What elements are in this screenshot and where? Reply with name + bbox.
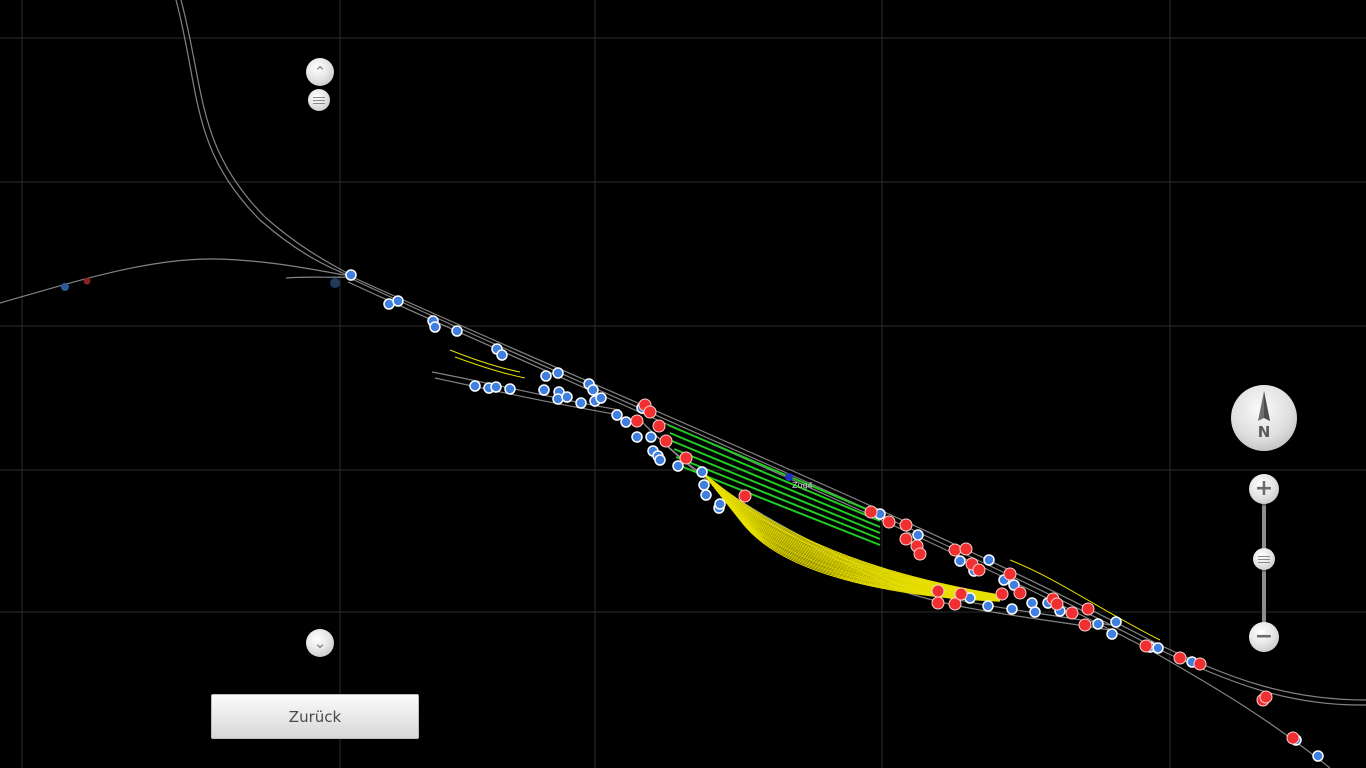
- red-signal: [679, 451, 693, 465]
- blue-signal: [1092, 618, 1104, 630]
- chevron-down-icon: ⌄: [313, 633, 327, 652]
- red-signal: [738, 489, 752, 503]
- red-signal: [972, 563, 986, 577]
- blue-signal: [1110, 616, 1122, 628]
- blue-signal: [61, 283, 69, 291]
- red-signal: [913, 547, 927, 561]
- red-signal: [1050, 597, 1064, 611]
- scroll-down-button[interactable]: ⌄: [306, 629, 334, 657]
- red-signal: [954, 587, 968, 601]
- track-line: [644, 424, 1111, 631]
- compass-icon: [1258, 391, 1270, 421]
- blue-signal: [595, 392, 607, 404]
- blue-signal: [504, 383, 516, 395]
- red-signal: [1081, 602, 1095, 616]
- red-signal: [931, 596, 945, 610]
- red-signal: [1003, 567, 1017, 581]
- handle-grip-icon: [1258, 555, 1270, 563]
- blue-signal: [587, 384, 599, 396]
- track-line: [351, 278, 1366, 706]
- compass-north-label: N: [1257, 423, 1271, 441]
- blue-signal: [345, 269, 357, 281]
- train-label: Zug4: [792, 481, 813, 490]
- blue-signal: [1006, 603, 1018, 615]
- track-line: [349, 275, 1366, 701]
- signal-markers: [61, 269, 1324, 762]
- zoom-slider-handle[interactable]: [1253, 548, 1275, 570]
- red-signal: [1065, 606, 1079, 620]
- red-signal: [1193, 657, 1207, 671]
- red-signal: [899, 532, 913, 546]
- compass-button[interactable]: N: [1231, 385, 1297, 451]
- blue-signal: [1312, 750, 1324, 762]
- blue-signal: [631, 431, 643, 443]
- blue-signal: [1106, 628, 1118, 640]
- track-map[interactable]: Zug4: [0, 0, 1366, 768]
- blue-signal: [1029, 606, 1041, 618]
- red-signal: [1013, 586, 1027, 600]
- blue-signal: [620, 416, 632, 428]
- red-signal: [931, 584, 945, 598]
- track-line: [0, 258, 351, 304]
- blue-signal: [954, 555, 966, 567]
- red-signal: [659, 434, 673, 448]
- blue-signal: [469, 380, 481, 392]
- menu-lines-icon: [313, 96, 325, 104]
- blue-signal: [552, 367, 564, 379]
- blue-signal: [611, 409, 623, 421]
- blue-signal: [540, 370, 552, 382]
- blue-signal: [654, 454, 666, 466]
- blue-signal: [912, 529, 924, 541]
- track-line: [347, 281, 1331, 768]
- blue-signal: [700, 489, 712, 501]
- blue-signal: [451, 325, 463, 337]
- blue-signal: [982, 600, 994, 612]
- red-signal: [630, 414, 644, 428]
- blue-signal: [330, 278, 340, 288]
- menu-button[interactable]: [308, 89, 330, 111]
- blue-signal: [645, 431, 657, 443]
- zoom-out-button[interactable]: −: [1249, 622, 1279, 652]
- red-signal: [83, 277, 91, 285]
- red-signal: [864, 505, 878, 519]
- red-signal: [1173, 651, 1187, 665]
- red-signal: [1078, 618, 1092, 632]
- yellow-route-line: [709, 482, 1001, 597]
- blue-signal: [983, 554, 995, 566]
- red-signal: [995, 587, 1009, 601]
- red-signal: [948, 543, 962, 557]
- red-signal: [1139, 639, 1153, 653]
- yellow-route-line: [454, 356, 526, 379]
- blue-signal: [714, 498, 726, 510]
- blue-signal: [496, 349, 508, 361]
- blue-signal: [561, 391, 573, 403]
- blue-signal: [698, 479, 710, 491]
- red-signal: [652, 419, 666, 433]
- train-marker[interactable]: Zug4: [785, 473, 813, 490]
- red-signal: [643, 405, 657, 419]
- blue-signal: [696, 466, 708, 478]
- red-signal: [959, 542, 973, 556]
- back-button[interactable]: Zurück: [211, 694, 419, 739]
- chevron-up-icon: ⌃: [313, 62, 327, 81]
- blue-signal: [490, 381, 502, 393]
- zoom-in-button[interactable]: +: [1249, 474, 1279, 504]
- scroll-up-button[interactable]: ⌃: [306, 58, 334, 86]
- blue-signal: [392, 295, 404, 307]
- zoom-out-icon: −: [1254, 624, 1274, 649]
- red-signal: [1286, 731, 1300, 745]
- blue-signal: [538, 384, 550, 396]
- red-signal: [1259, 690, 1273, 704]
- blue-signal: [1152, 642, 1164, 654]
- zoom-in-icon: +: [1254, 476, 1274, 501]
- blue-signal: [429, 321, 441, 333]
- yellow-route-line: [449, 349, 521, 373]
- red-signal: [882, 515, 896, 529]
- blue-signal: [575, 397, 587, 409]
- track-line: [175, 0, 351, 277]
- red-signal: [899, 518, 913, 532]
